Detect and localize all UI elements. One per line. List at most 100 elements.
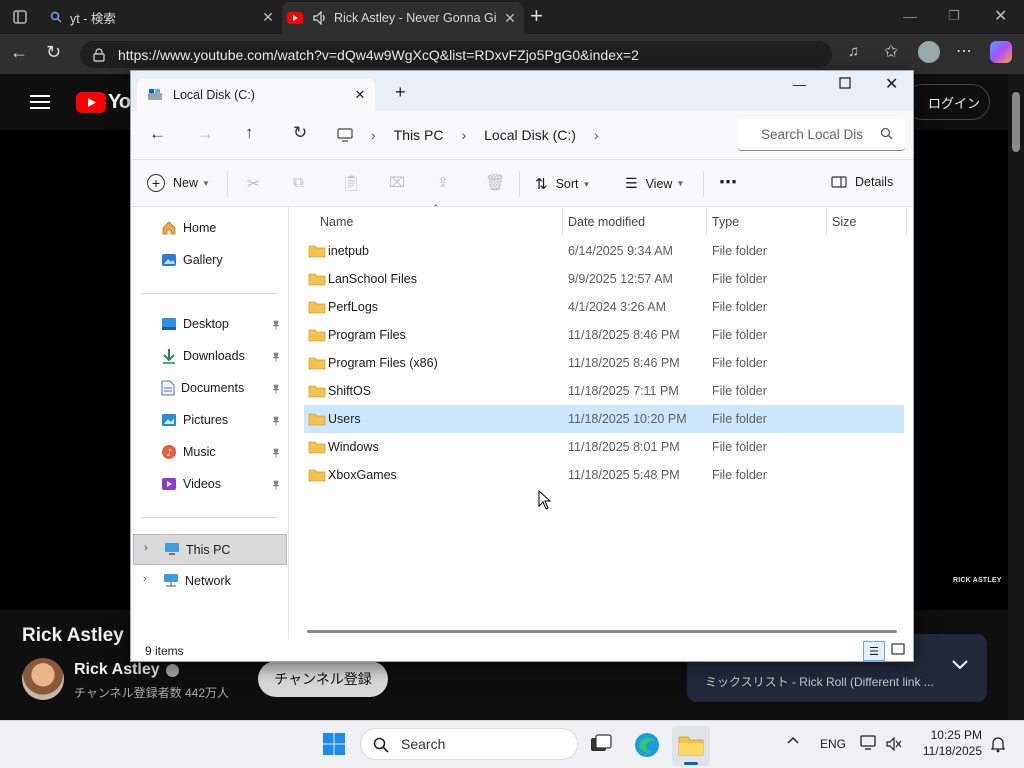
subscribe-button[interactable]: チャンネル登録 [258,661,388,697]
new-explorer-tab-icon[interactable]: + [395,83,406,101]
share-icon[interactable]: ⇪ [437,174,449,191]
sidebar-item-gallery[interactable]: Gallery [161,246,223,274]
back-arrow-icon[interactable]: ← [149,124,166,144]
restore-browser-icon[interactable]: ❐ [948,8,960,24]
expand-playlist-icon[interactable] [952,660,968,670]
profile-avatar[interactable] [918,41,940,63]
file-row-lanschool-files[interactable]: LanSchool Files 9/9/2025 12:57 AM File f… [304,265,904,293]
breadcrumb-local-disk[interactable]: Local Disk (C:) [484,127,576,143]
expand-chevron-icon[interactable]: › [144,542,148,554]
file-row-program-files-x86[interactable]: Program Files (x86) 11/18/2025 8:46 PM F… [304,349,904,377]
show-hidden-icons-chevron-icon[interactable] [787,736,799,744]
site-info-icon[interactable] [92,47,106,62]
display-icon[interactable] [860,735,878,751]
login-button[interactable]: ログイン [904,84,990,120]
sidebar-item-home[interactable]: Home [161,214,216,242]
sidebar-item-downloads[interactable]: Downloads [161,342,245,370]
close-tab-icon[interactable]: ✕ [496,10,524,27]
pin-icon[interactable] [271,352,281,362]
taskbar-search-box[interactable]: Search [360,728,578,760]
sidebar-item-desktop[interactable]: Desktop [161,310,229,338]
more-menu-icon[interactable]: ⋯ [956,41,972,61]
copilot-icon[interactable] [990,41,1012,63]
breadcrumb-this-pc[interactable]: This PC [394,127,444,143]
sidebar-item-videos[interactable]: Videos [161,470,221,498]
scrollbar-thumb[interactable] [1012,92,1020,152]
chevron-right-icon[interactable]: › [594,127,599,143]
file-row-program-files[interactable]: Program Files 11/18/2025 8:46 PM File fo… [304,321,904,349]
copy-icon[interactable]: ⧉ [293,174,304,191]
sidebar-item-pictures[interactable]: Pictures [161,406,228,434]
paste-icon[interactable]: 📋︎ [341,173,361,193]
input-language-indicator[interactable]: ENG [820,737,846,751]
system-clock[interactable]: 10:25 PM 11/18/2025 [920,727,982,759]
column-header-name[interactable]: Name [320,211,353,233]
sidebar-item-this-pc[interactable]: › This PC [133,534,287,565]
close-browser-icon[interactable]: ✕ [994,6,1007,26]
column-header-size[interactable]: Size [832,211,856,233]
sidebar-item-documents[interactable]: Documents [161,374,244,402]
file-row-users[interactable]: Users 11/18/2025 10:20 PM File folder [304,405,904,433]
minimize-explorer-icon[interactable]: — [793,77,806,92]
channel-avatar[interactable] [22,658,64,700]
more-options-icon[interactable]: ⋯ [719,172,737,193]
address-bar[interactable]: https://www.youtube.com/watch?v=dQw4w9Wg… [80,41,832,68]
sidebar-item-music[interactable]: ♪ Music [161,438,216,466]
tiles-view-icon[interactable] [891,643,905,655]
forward-arrow-icon[interactable]: → [197,124,214,144]
column-divider[interactable] [906,207,907,235]
cut-icon[interactable]: ✂ [247,174,260,194]
close-tab-icon[interactable]: ✕ [254,9,282,26]
sidebar-item-network[interactable]: › Network [133,566,287,596]
pin-icon[interactable] [271,448,281,458]
up-arrow-icon[interactable]: ↑ [245,123,254,143]
column-header-type[interactable]: Type [712,211,739,233]
close-explorer-icon[interactable]: ✕ [885,74,898,94]
breadcrumb[interactable]: › This PC › Local Disk (C:) › [337,119,727,151]
hamburger-menu-icon[interactable] [30,94,50,110]
search-input[interactable]: Search Local Dis [737,119,905,151]
column-divider[interactable] [562,207,563,235]
rename-icon[interactable]: ⌧ [389,174,405,191]
file-row-windows[interactable]: Windows 11/18/2025 8:01 PM File folder [304,433,904,461]
column-divider[interactable] [706,207,707,235]
file-explorer-taskbar-button[interactable] [672,726,710,766]
details-button[interactable]: Details [831,175,893,189]
refresh-icon[interactable]: ↻ [46,42,61,63]
column-divider[interactable] [826,207,827,235]
sort-button[interactable]: ⇅ Sort ▼ [535,175,590,193]
file-row-perflogs[interactable]: PerfLogs 4/1/2024 3:26 AM File folder [304,293,904,321]
explorer-tab[interactable]: Local Disk (C:) ✕ [137,79,375,111]
expand-chevron-icon[interactable]: › [143,573,147,585]
page-scrollbar[interactable] [1008,74,1024,720]
maximize-explorer-icon[interactable] [839,77,851,89]
notification-bell-icon[interactable] [990,735,1006,753]
file-row-xboxgames[interactable]: XboxGames 11/18/2025 5:48 PM File folder [304,461,904,489]
task-view-icon[interactable] [590,734,612,754]
close-explorer-tab-icon[interactable]: ✕ [345,87,375,103]
music-icon[interactable]: ♫ [848,43,859,60]
pin-icon[interactable] [271,320,281,330]
back-icon[interactable]: ← [10,42,28,63]
pin-icon[interactable] [271,480,281,490]
new-tab-icon[interactable]: + [530,4,543,28]
column-header-date[interactable]: Date modified [568,211,645,233]
refresh-icon[interactable]: ↻ [293,123,307,143]
file-row-inetpub[interactable]: inetpub 6/14/2025 9:34 AM File folder [304,237,904,265]
horizontal-scrollbar[interactable] [307,630,897,633]
browser-tab-search[interactable]: yt - 検索 ✕ [42,0,282,34]
new-button[interactable]: + New ▼ [147,174,210,192]
tab-actions-icon[interactable] [8,5,32,29]
file-row-shiftos[interactable]: ShiftOS 11/18/2025 7:11 PM File folder [304,377,904,405]
view-button[interactable]: ☰ View ▼ [625,175,684,192]
edge-browser-icon[interactable] [634,732,660,758]
browser-tab-youtube[interactable]: Rick Astley - Never Gonna Gi ✕ [282,2,524,34]
volume-muted-icon[interactable] [886,737,902,751]
delete-icon[interactable]: 🗑︎ [485,173,505,193]
pin-icon[interactable] [271,416,281,426]
channel-name[interactable]: Rick Astley [74,661,179,679]
speaker-icon[interactable] [308,11,334,25]
minimize-browser-icon[interactable]: — [903,8,917,24]
windows-start-icon[interactable] [322,732,346,756]
pin-icon[interactable] [271,384,281,394]
